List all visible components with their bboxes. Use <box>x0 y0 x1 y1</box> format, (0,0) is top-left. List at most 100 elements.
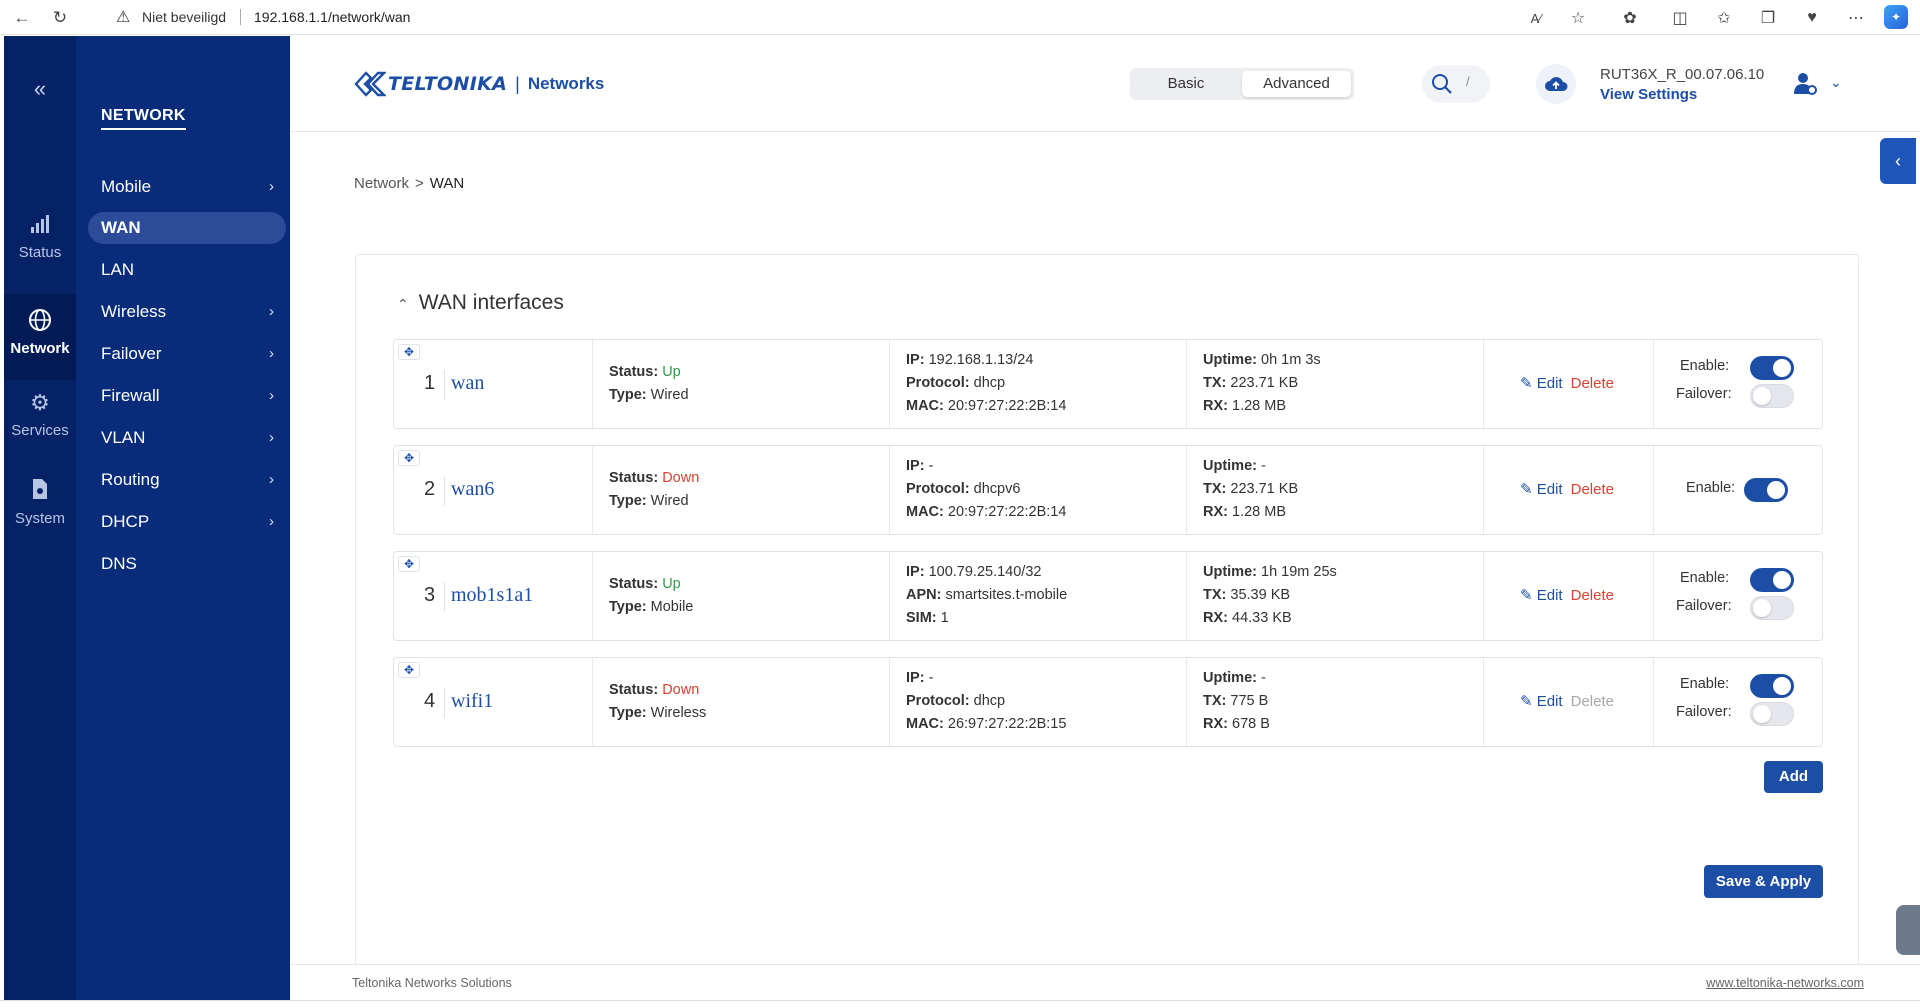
drag-handle-icon[interactable]: ✥ <box>398 450 420 466</box>
edit-label: Edit <box>1536 693 1563 710</box>
edit-button[interactable]: ✎ Edit <box>1520 481 1563 498</box>
label: TX: <box>1203 481 1227 497</box>
teltonika-logo[interactable]: TELTONIKA | Networks <box>354 70 604 98</box>
read-aloud-icon[interactable]: A⁄ <box>1524 6 1548 30</box>
chevron-right-icon: › <box>269 387 274 404</box>
teamviewer-tab[interactable] <box>1896 905 1920 955</box>
subnav-item-lan[interactable]: LAN <box>88 254 286 286</box>
edit-button[interactable]: ✎ Edit <box>1520 587 1563 604</box>
enable-toggle[interactable] <box>1750 568 1794 592</box>
subnav-item-wan[interactable]: WAN <box>88 212 286 244</box>
enable-label: Enable: <box>1686 480 1736 496</box>
label: Uptime: <box>1203 670 1257 686</box>
chevron-right-icon: › <box>269 178 274 195</box>
browser-essentials-icon[interactable]: ♥ <box>1800 6 1824 30</box>
label: Type: <box>609 705 647 721</box>
side-panel-toggle[interactable]: ‹ <box>1880 138 1916 184</box>
more-icon[interactable]: ⋯ <box>1844 6 1868 30</box>
subnav-item-label: DHCP <box>101 512 150 531</box>
edit-button[interactable]: ✎ Edit <box>1520 693 1563 710</box>
subnav-item-label: Firewall <box>101 386 160 405</box>
delete-button[interactable]: Delete <box>1571 481 1614 498</box>
back-icon[interactable]: ← <box>10 6 34 30</box>
interface-number: 4 <box>424 690 436 712</box>
warning-icon[interactable]: ⚠ <box>116 7 130 27</box>
favorite-star-icon[interactable]: ☆ <box>1566 6 1590 30</box>
rail-item-services[interactable]: ⚙ Services <box>4 390 76 476</box>
search-button[interactable]: / <box>1422 65 1490 103</box>
label: IP: <box>906 564 925 580</box>
split-screen-icon[interactable]: ◫ <box>1668 6 1692 30</box>
delete-button[interactable]: Delete <box>1571 587 1614 604</box>
rail-item-network[interactable]: Network <box>4 294 76 380</box>
address-column: IP: 192.168.1.13/24 Protocol: dhcp MAC: … <box>889 340 1186 428</box>
rail-item-status[interactable]: Status <box>4 212 76 298</box>
label: TX: <box>1203 693 1227 709</box>
delete-button[interactable]: Delete <box>1571 375 1614 392</box>
collections-icon[interactable]: ❐ <box>1756 6 1780 30</box>
subnav-item-firewall[interactable]: Firewall › <box>88 380 286 412</box>
subnav-item-routing[interactable]: Routing › <box>88 464 286 496</box>
extensions-icon[interactable]: ✿ <box>1618 6 1642 30</box>
user-settings-icon[interactable] <box>1792 70 1818 96</box>
rail-item-system[interactable]: System <box>4 478 76 564</box>
subnav-item-label: Routing <box>101 470 160 489</box>
window-bottom-edge <box>0 1000 1920 1008</box>
status-value: Up <box>662 576 681 592</box>
enable-toggle[interactable] <box>1750 356 1794 380</box>
firmware-update-button[interactable] <box>1536 64 1576 104</box>
rail-label: Services <box>11 422 69 439</box>
subnav-item-vlan[interactable]: VLAN › <box>88 422 286 454</box>
interface-name: wan6 <box>451 478 495 500</box>
enable-toggle[interactable] <box>1750 674 1794 698</box>
favorites-icon[interactable]: ✩ <box>1712 6 1736 30</box>
toggles-column: Enable: <box>1653 446 1823 534</box>
uptime-value: - <box>1261 458 1266 474</box>
drag-handle-icon[interactable]: ✥ <box>398 662 420 678</box>
globe-icon <box>4 308 76 334</box>
subnav-item-wireless[interactable]: Wireless › <box>88 296 286 328</box>
save-apply-button[interactable]: Save & Apply <box>1704 865 1823 898</box>
breadcrumb-current: WAN <box>429 175 465 192</box>
chevron-down-icon[interactable]: ⌄ <box>1830 74 1842 91</box>
address-bar[interactable]: 192.168.1.1/network/wan <box>254 9 410 25</box>
delete-button: Delete <box>1570 693 1614 710</box>
drag-handle-icon[interactable]: ✥ <box>398 556 420 572</box>
security-label[interactable]: Niet beveiligd <box>142 9 226 25</box>
add-button[interactable]: Add <box>1764 761 1823 793</box>
footer-website-link[interactable]: www.teltonika-networks.com <box>1706 976 1864 990</box>
view-settings-link[interactable]: View Settings <box>1600 86 1697 103</box>
enable-label: Enable: <box>1680 358 1730 374</box>
label: IP: <box>906 670 925 686</box>
reload-icon[interactable]: ↻ <box>48 6 72 30</box>
footer-company: Teltonika Networks Solutions <box>352 976 512 990</box>
collapse-sidebar-icon[interactable]: « <box>4 76 76 102</box>
failover-toggle[interactable] <box>1750 702 1794 726</box>
breadcrumb-network[interactable]: Network <box>354 175 409 192</box>
mode-basic-button[interactable]: Basic <box>1133 71 1239 97</box>
ip-value: - <box>928 458 934 474</box>
mode-advanced-button[interactable]: Advanced <box>1242 71 1351 97</box>
rx-value: 1.28 MB <box>1232 504 1287 520</box>
subnav-item-failover[interactable]: Failover › <box>88 338 286 370</box>
teltonika-logo-mark-icon <box>354 71 386 97</box>
subnav-item-label: Mobile <box>101 177 152 196</box>
drag-handle-icon[interactable]: ✥ <box>398 344 420 360</box>
label: Uptime: <box>1203 564 1257 580</box>
toggles-column: Enable: Failover: <box>1653 340 1823 428</box>
label: RX: <box>1203 398 1228 414</box>
subnav-item-dhcp[interactable]: DHCP › <box>88 506 286 538</box>
status-column: Status: Up Type: Wired <box>592 340 889 428</box>
enable-toggle[interactable] <box>1744 478 1788 502</box>
section-header[interactable]: ⌃ WAN interfaces <box>397 291 564 315</box>
copilot-icon[interactable]: ✦ <box>1884 5 1908 29</box>
ip-value: 100.79.25.140/32 <box>928 564 1042 580</box>
toggles-column: Enable: Failover: <box>1653 658 1823 746</box>
actions-column: ✎ Edit Delete <box>1483 340 1653 428</box>
wan-interfaces-card: ⌃ WAN interfaces ✥ 1 wan Status: Up Type:… <box>355 254 1859 968</box>
failover-toggle[interactable] <box>1750 384 1794 408</box>
subnav-item-dns[interactable]: DNS <box>88 548 286 580</box>
edit-button[interactable]: ✎ Edit <box>1520 375 1563 392</box>
failover-toggle[interactable] <box>1750 596 1794 620</box>
subnav-item-mobile[interactable]: Mobile › <box>88 171 286 203</box>
